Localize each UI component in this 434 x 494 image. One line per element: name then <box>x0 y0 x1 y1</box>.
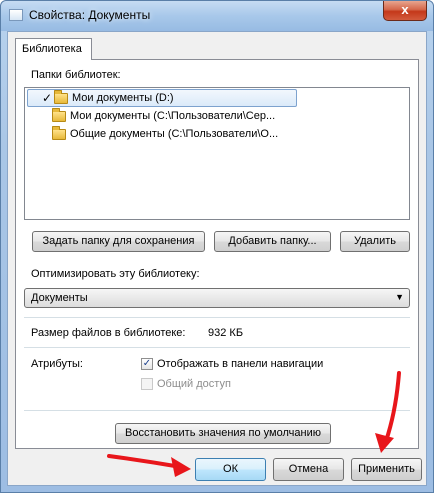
library-locations-label: Папки библиотек: <box>31 69 121 81</box>
folder-icon <box>54 90 68 104</box>
list-item-label: Мои документы (D:) <box>72 92 174 104</box>
chevron-down-icon: ▼ <box>395 292 404 302</box>
shared-access-label: Общий доступ <box>157 378 231 390</box>
library-size-value: 932 КБ <box>208 327 244 339</box>
show-in-navigation-checkbox[interactable]: ✓ <box>141 358 153 370</box>
tab-library[interactable]: Библиотека <box>15 38 92 60</box>
folder-icon <box>52 126 66 140</box>
folder-icon <box>52 108 66 122</box>
title-bar[interactable]: Свойства: Документы x <box>1 1 433 31</box>
library-size-label: Размер файлов в библиотеке: <box>31 327 186 339</box>
cancel-button[interactable]: Отмена <box>273 458 344 481</box>
library-locations-list[interactable]: ✓ Мои документы (D:) Мои документы (C:\П… <box>24 87 410 220</box>
show-in-navigation-label: Отображать в панели навигации <box>157 358 324 370</box>
divider <box>24 347 410 348</box>
optimize-select[interactable]: Документы ▼ <box>24 288 410 308</box>
window-title: Свойства: Документы <box>29 8 151 22</box>
divider <box>24 410 410 411</box>
optimize-selected-value: Документы <box>31 292 88 304</box>
restore-defaults-button[interactable]: Восстановить значения по умолчанию <box>115 423 331 444</box>
list-item-label: Мои документы (C:\Пользователи\Сер... <box>70 110 276 122</box>
remove-button[interactable]: Удалить <box>340 231 410 252</box>
optimize-label: Оптимизировать эту библиотеку: <box>31 268 200 280</box>
check-icon: ✓ <box>42 91 53 105</box>
apply-button[interactable]: Применить <box>351 458 422 481</box>
properties-dialog: Свойства: Документы x Библиотека Папки б… <box>0 0 434 493</box>
list-item[interactable]: ✓ Мои документы (D:) <box>27 89 297 107</box>
shared-access-checkbox <box>141 378 153 390</box>
ok-button[interactable]: ОК <box>195 458 266 481</box>
set-save-folder-button[interactable]: Задать папку для сохранения <box>32 231 205 252</box>
divider <box>24 317 410 318</box>
attributes-label: Атрибуты: <box>31 358 83 370</box>
list-item-label: Общие документы (C:\Пользователи\О... <box>70 128 279 140</box>
list-item[interactable]: Мои документы (C:\Пользователи\Сер... <box>26 108 408 126</box>
list-item[interactable]: Общие документы (C:\Пользователи\О... <box>26 126 408 144</box>
add-folder-button[interactable]: Добавить папку... <box>214 231 331 252</box>
close-button[interactable]: x <box>383 1 427 21</box>
window-icon <box>9 9 23 21</box>
